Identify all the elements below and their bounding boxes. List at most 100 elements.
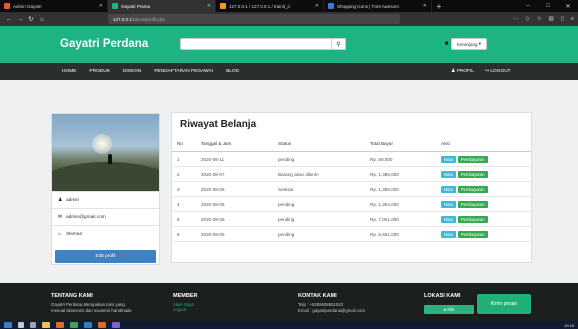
nota-button[interactable]: Nota bbox=[441, 185, 456, 193]
bookmark-star-icon[interactable]: ☆ bbox=[537, 16, 542, 22]
map-button[interactable]: ● Klik bbox=[424, 305, 474, 314]
nav-item-home[interactable]: HOME bbox=[62, 69, 76, 74]
page-favicon-icon bbox=[112, 3, 118, 9]
vscode-icon[interactable] bbox=[84, 322, 92, 328]
more-icon[interactable]: ··· bbox=[513, 16, 519, 22]
footer-member: MEMBER Akun Saya Logout bbox=[173, 293, 197, 312]
close-icon[interactable]: ✕ bbox=[99, 3, 103, 9]
pocket-icon[interactable]: ◇ bbox=[525, 16, 529, 22]
phpmyadmin-favicon-icon bbox=[220, 3, 226, 9]
home-icon[interactable]: ⌂ bbox=[37, 14, 47, 24]
row-no: 5 bbox=[177, 216, 180, 222]
profile-card: ♟ admin ✉ admin@gmail.com ⌂ Sleman Edit … bbox=[51, 113, 160, 265]
url-path: /rancis/profil.php bbox=[131, 16, 165, 22]
profil-label: PROFIL bbox=[456, 69, 474, 74]
col-total: Total Bayar bbox=[370, 141, 393, 146]
col-aksi: Aksi bbox=[441, 141, 450, 146]
system-clock[interactable]: 19:16 bbox=[564, 323, 578, 328]
search-icon[interactable] bbox=[18, 322, 24, 328]
row-no: 4 bbox=[177, 201, 180, 207]
nota-button[interactable]: Nota bbox=[441, 200, 456, 208]
user-icon: ♟ bbox=[58, 197, 63, 203]
browser-tab-active[interactable]: Gayatri Prama ✕ bbox=[108, 0, 216, 12]
windows-start-icon[interactable] bbox=[4, 322, 12, 328]
row-status: pending bbox=[278, 216, 295, 222]
photos-icon[interactable] bbox=[112, 322, 120, 328]
row-date: 2020-08-05 bbox=[201, 231, 225, 237]
nota-button[interactable]: Nota bbox=[441, 215, 456, 223]
logout-label: LOGOUT bbox=[490, 69, 511, 74]
fontawesome-favicon-icon bbox=[328, 3, 334, 9]
row-no: 3 bbox=[177, 186, 180, 192]
xampp-icon[interactable] bbox=[98, 322, 106, 328]
task-view-icon[interactable] bbox=[30, 322, 36, 328]
pembayaran-button[interactable]: Pembayaran bbox=[457, 215, 488, 223]
sidebar-icon[interactable]: ▯ bbox=[561, 16, 564, 22]
row-date: 2020-08-05 bbox=[201, 216, 225, 222]
browser-tab[interactable]: 127.0.0.1 / 127.0.0.1 / trainit_ri ✕ bbox=[216, 0, 324, 12]
library-icon[interactable]: ▥ bbox=[549, 16, 554, 22]
forward-arrow-icon[interactable]: → bbox=[15, 14, 25, 24]
brand-logo[interactable]: Gayatri Perdana bbox=[60, 38, 148, 50]
nota-button[interactable]: Nota bbox=[441, 155, 456, 163]
row-date: 2020-08-07 bbox=[201, 171, 225, 177]
search-icon[interactable]: ⚲ bbox=[332, 38, 346, 50]
col-no: No bbox=[177, 141, 183, 146]
browser-tab[interactable]: Shopping Icons | Font Awesom ✕ bbox=[324, 0, 432, 12]
minimize-icon[interactable]: – bbox=[518, 0, 538, 12]
row-actions: Nota Pembayaran bbox=[441, 185, 488, 193]
row-status: pending bbox=[278, 231, 295, 237]
row-actions: Nota Pembayaran bbox=[441, 170, 488, 178]
table-row: 2 2020-08-07 Barang akan dikirim Rp. 1,3… bbox=[172, 167, 531, 182]
reload-icon[interactable]: ↻ bbox=[26, 14, 36, 24]
cart-dropdown-button[interactable]: Keranjang ▾ bbox=[451, 38, 488, 50]
nota-button[interactable]: Nota bbox=[441, 230, 456, 238]
nav-item-produk[interactable]: PRODUK bbox=[89, 69, 110, 74]
file-explorer-icon[interactable] bbox=[42, 322, 50, 328]
table-row: 6 2020-08-05 pending Rp. 5,561,000 Nota … bbox=[172, 227, 531, 242]
caret-down-icon: ▾ bbox=[477, 41, 482, 46]
nav-item-profil[interactable]: ♟ PROFIL bbox=[451, 69, 474, 74]
maximize-icon[interactable]: □ bbox=[538, 0, 558, 12]
chrome-icon[interactable] bbox=[70, 322, 78, 328]
row-actions: Nota Pembayaran bbox=[441, 155, 488, 163]
footer-tentang: TENTANG KAMI Gayatri Perdana Merupakan t… bbox=[51, 293, 132, 314]
new-tab-plus-icon[interactable]: + bbox=[432, 0, 446, 12]
close-icon[interactable]: ✕ bbox=[207, 3, 211, 9]
pembayaran-button[interactable]: Pembayaran bbox=[457, 185, 488, 193]
tab-label: Admin Gayatri bbox=[13, 3, 42, 9]
back-arrow-icon[interactable]: ← bbox=[4, 14, 14, 24]
nav-item-logout[interactable]: ↪ LOGOUT bbox=[485, 69, 511, 74]
close-icon[interactable]: ✕ bbox=[315, 3, 319, 9]
nota-button[interactable]: Nota bbox=[441, 170, 456, 178]
menu-icon[interactable]: ≡ bbox=[571, 16, 574, 22]
firefox-icon[interactable] bbox=[56, 322, 64, 328]
nav-item-pendaftaran-pegawai[interactable]: PENDAFTARAN PEGAWAI bbox=[154, 69, 213, 74]
window-controls: – □ ✕ bbox=[518, 0, 578, 12]
table-row: 3 2020-08-05 Selesai Rp. 1,389,000 Nota … bbox=[172, 182, 531, 197]
browser-tab[interactable]: Admin Gayatri ✕ bbox=[0, 0, 108, 12]
pembayaran-button[interactable]: Pembayaran bbox=[457, 200, 488, 208]
edit-profile-button[interactable]: Edit profil bbox=[55, 250, 156, 263]
pembayaran-button[interactable]: Pembayaran bbox=[457, 170, 488, 178]
nav-item-blog[interactable]: BLOG bbox=[226, 69, 239, 74]
row-status: Selesai bbox=[278, 186, 294, 192]
send-message-button[interactable]: Kirim pesan bbox=[477, 294, 531, 314]
footer-email: Email : gayatriperdana@gmail.com bbox=[298, 308, 365, 313]
window-close-icon[interactable]: ✕ bbox=[558, 0, 578, 12]
url-bar[interactable]: 127.0.0.1 /rancis/profil.php bbox=[108, 14, 400, 24]
close-icon[interactable]: ✕ bbox=[423, 3, 427, 9]
pembayaran-button[interactable]: Pembayaran bbox=[457, 230, 488, 238]
envelope-icon: ✉ bbox=[58, 214, 63, 220]
row-actions: Nota Pembayaran bbox=[441, 215, 488, 223]
nav-item-diskon[interactable]: DISKON bbox=[123, 69, 141, 74]
row-total: Rp. 1,364,000 bbox=[370, 201, 399, 207]
search-input[interactable] bbox=[180, 38, 332, 50]
pembayaran-button[interactable]: Pembayaran bbox=[457, 155, 488, 163]
footer-link-logout[interactable]: Logout bbox=[173, 307, 197, 312]
tab-label: Shopping Icons | Font Awesom bbox=[337, 3, 399, 9]
footer-kontak: KONTAK KAMI Telp : +6289608601043 Email … bbox=[298, 293, 365, 314]
cart-label: Keranjang bbox=[457, 41, 478, 47]
table-header: No Tanggal & Jam Status Total Bayar Aksi bbox=[172, 136, 531, 152]
profile-city: Sleman bbox=[66, 231, 83, 237]
